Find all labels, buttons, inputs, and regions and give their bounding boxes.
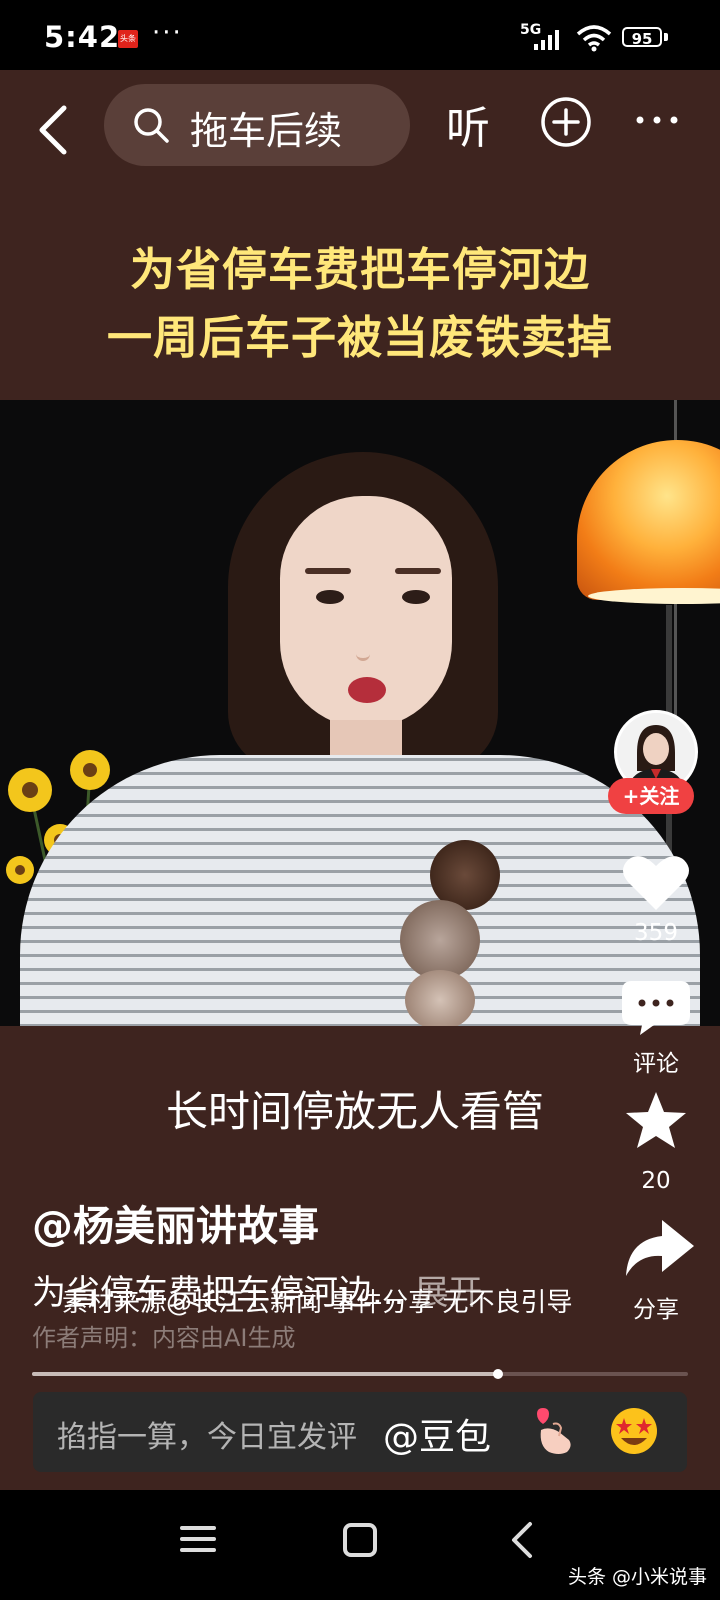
star-eyes-emoji[interactable]: [609, 1406, 659, 1456]
lamp-shade: [577, 440, 720, 600]
video-player-screen: 拖车后续 听 为省停车费把车停河边 一周后车子被当废铁卖掉 +关注 359 评论…: [0, 70, 720, 1600]
comment-icon[interactable]: [614, 975, 698, 1037]
listen-button[interactable]: 听: [446, 92, 490, 156]
headline-line-2: 一周后车子被当废铁卖掉: [106, 311, 613, 364]
right-eye: [402, 590, 430, 604]
nav-back-icon[interactable]: [508, 1520, 536, 1560]
comment-input-bar[interactable]: 掐指一算，今日宜发评 @豆包: [33, 1392, 687, 1472]
mention-doubao-button[interactable]: @豆包: [383, 1408, 491, 1460]
lamp-rim: [588, 588, 720, 604]
video-headline: 为省停车费把车停河边 一周后车子被当废铁卖掉: [0, 236, 720, 372]
share-label: 分享: [633, 1297, 679, 1323]
add-icon[interactable]: [540, 96, 592, 148]
status-time: 5:42: [44, 20, 121, 54]
status-bar: 5:42 头条 ··· 5G 95: [0, 0, 720, 70]
battery-indicator: 95: [622, 27, 662, 48]
battery-tip: [664, 33, 668, 41]
wifi-icon: [576, 25, 612, 52]
person-mouth: [348, 677, 386, 703]
heart-hand-emoji[interactable]: [529, 1406, 577, 1456]
video-progress-bar[interactable]: [32, 1369, 688, 1379]
like-count: 359: [634, 920, 678, 946]
brooch-rose-bottom: [405, 970, 475, 1026]
nav-home-icon[interactable]: [342, 1522, 378, 1558]
favorite-count: 20: [641, 1168, 671, 1194]
status-more-dots: ···: [152, 18, 183, 48]
system-nav-bar: 头条 @小米说事: [0, 1490, 720, 1600]
back-icon[interactable]: [30, 100, 74, 160]
brooch-rose-middle: [400, 900, 480, 980]
person-nose: [356, 636, 370, 661]
progress-fill: [32, 1372, 498, 1376]
comment-label: 评论: [633, 1051, 679, 1077]
ai-disclaimer: 作者声明：内容由AI生成: [32, 1324, 296, 1352]
search-query: 拖车后续: [190, 109, 343, 153]
search-box[interactable]: 拖车后续: [104, 84, 410, 166]
comment-placeholder: 掐指一算，今日宜发评: [57, 1420, 357, 1455]
source-watermark: 头条 @小米说事: [568, 1566, 708, 1588]
left-eyebrow: [305, 568, 351, 574]
search-icon: [134, 108, 169, 143]
headline-line-1: 为省停车费把车停河边: [129, 243, 590, 296]
progress-knob[interactable]: [492, 1369, 503, 1379]
video-subtitle: 长时间停放无人看管: [165, 1087, 544, 1136]
author-name[interactable]: @杨美丽讲故事: [32, 1192, 319, 1252]
follow-button[interactable]: +关注: [608, 778, 694, 814]
heart-icon[interactable]: [614, 852, 698, 914]
share-icon[interactable]: [614, 1218, 698, 1280]
plaid-blouse: [20, 755, 700, 1026]
source-credit: 素材来源@长江云新闻 事件分享 无不良引导: [62, 1288, 573, 1318]
toutiao-app-badge: 头条: [118, 30, 138, 48]
right-eyebrow: [395, 568, 441, 574]
more-icon[interactable]: [632, 100, 682, 140]
nav-menu-icon[interactable]: [180, 1524, 216, 1554]
signal-icon: [534, 30, 559, 50]
left-eye: [316, 590, 344, 604]
